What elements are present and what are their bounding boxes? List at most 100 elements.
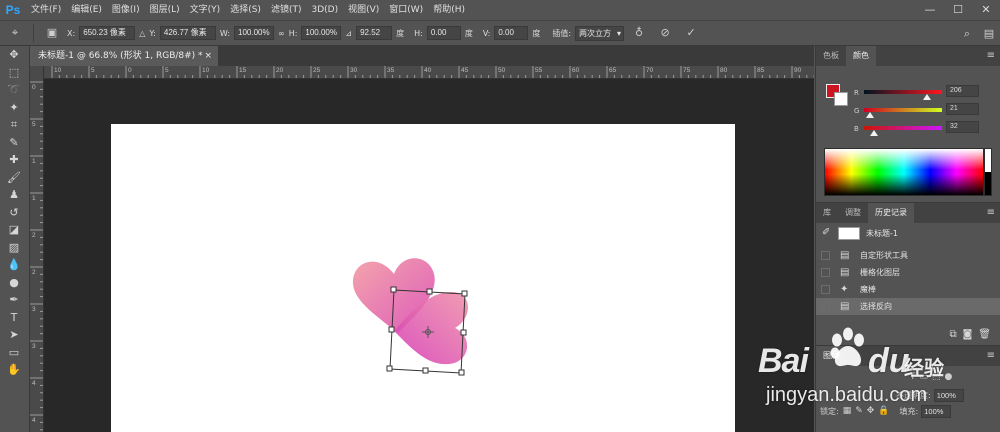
eraser-tool-icon[interactable]: ◪: [0, 221, 28, 239]
filter-shape-icon[interactable]: ▭: [920, 372, 929, 382]
angle-field[interactable]: 92.52: [356, 26, 393, 40]
tab-libraries[interactable]: 库: [816, 203, 838, 223]
history-item[interactable]: ✦ 魔棒: [816, 281, 1000, 298]
v-skew-field[interactable]: 0.00: [494, 26, 529, 40]
link-icon[interactable]: ∞: [278, 29, 285, 38]
crop-tool-icon[interactable]: ⌗: [0, 116, 28, 134]
slider-r-thumb[interactable]: [923, 94, 932, 100]
height-field[interactable]: 100.00%: [301, 26, 342, 40]
minimize-button[interactable]: —: [916, 0, 944, 20]
brush-tool-icon[interactable]: 🖌: [0, 169, 28, 187]
type-tool-icon[interactable]: T: [0, 309, 28, 327]
camera-snapshot-icon[interactable]: ◙: [963, 329, 973, 340]
history-brush-tool-icon[interactable]: ↺: [0, 204, 28, 222]
panel-menu-icon[interactable]: ≡: [987, 346, 995, 366]
background-color-swatch[interactable]: [834, 92, 848, 106]
menu-layer[interactable]: 图层(L): [145, 0, 185, 20]
cancel-transform-icon[interactable]: ⊘: [654, 24, 676, 42]
lock-all-icon[interactable]: 🔒: [878, 406, 889, 416]
slider-b[interactable]: B 32: [854, 121, 994, 138]
shape-tool-icon[interactable]: ▭: [0, 344, 28, 362]
workspace-icon[interactable]: ▤: [978, 25, 1000, 43]
tab-layers[interactable]: 图层: [816, 346, 846, 366]
close-window-button[interactable]: ✕: [972, 0, 1000, 20]
document-canvas[interactable]: [111, 124, 735, 432]
opacity-field[interactable]: 100%: [933, 388, 964, 402]
lock-move-icon[interactable]: ✥: [867, 406, 875, 416]
photoshop-logo[interactable]: Ps: [0, 0, 26, 20]
maximize-button[interactable]: ☐: [944, 0, 972, 20]
slider-g-track[interactable]: [864, 108, 942, 112]
pen-tool-icon[interactable]: ✒: [0, 291, 28, 309]
commit-transform-icon[interactable]: ✓: [680, 24, 702, 42]
history-brush-slot[interactable]: [821, 251, 830, 260]
slider-r-value[interactable]: 206: [946, 85, 979, 97]
dodge-tool-icon[interactable]: ●: [0, 274, 28, 292]
magic-wand-tool-icon[interactable]: ✦: [0, 99, 28, 117]
tab-history[interactable]: 历史记录: [868, 203, 914, 223]
blur-tool-icon[interactable]: 💧: [0, 256, 28, 274]
horizontal-ruler[interactable]: 10 5 0 5 10 15 20 25 30 35 40 45 50 55 60 65 70 75 80 85 90: [44, 66, 814, 79]
canvas-workspace[interactable]: [44, 79, 814, 432]
color-spectrum[interactable]: [824, 148, 984, 196]
menu-3d[interactable]: 3D(D): [306, 0, 343, 20]
canvas-artwork[interactable]: [111, 124, 735, 432]
tab-adjustments[interactable]: 调整: [838, 203, 868, 223]
lock-brush-icon[interactable]: ✎: [855, 406, 863, 416]
document-tab[interactable]: 未标题-1 @ 66.8% (形状 1, RGB/8#) * ×: [30, 46, 218, 66]
menu-edit[interactable]: 编辑(E): [66, 0, 107, 20]
black-white-ramp[interactable]: [984, 148, 992, 196]
menu-help[interactable]: 帮助(H): [428, 0, 470, 20]
lock-pixels-icon[interactable]: ▦: [843, 406, 852, 416]
trash-icon[interactable]: 🗑: [978, 329, 991, 340]
slider-g-thumb[interactable]: [866, 112, 875, 118]
width-field[interactable]: 100.00%: [234, 26, 275, 40]
slider-b-value[interactable]: 32: [946, 121, 979, 133]
menu-image[interactable]: 图像(I): [107, 0, 145, 20]
history-snapshot[interactable]: ✐ 未标题-1: [816, 225, 1000, 242]
vertical-ruler[interactable]: 0 5 1 1 2 2 3 3 4 4: [30, 66, 44, 432]
path-selection-tool-icon[interactable]: ➤: [0, 326, 28, 344]
y-position-field[interactable]: 426.77 像素: [159, 26, 216, 40]
lasso-tool-icon[interactable]: ➰: [0, 81, 28, 99]
filter-text-icon[interactable]: T: [910, 372, 916, 382]
tool-preset-icon[interactable]: ⌖: [4, 24, 26, 42]
hand-tool-icon[interactable]: ✋: [0, 361, 28, 379]
slider-r[interactable]: R 206: [854, 85, 994, 102]
gradient-tool-icon[interactable]: ▨: [0, 239, 28, 257]
history-item[interactable]: ▤ 自定形状工具: [816, 247, 1000, 264]
delta-icon[interactable]: △: [139, 29, 145, 38]
menu-view[interactable]: 视图(V): [343, 0, 384, 20]
history-brush-slot[interactable]: [821, 268, 830, 277]
menu-filter[interactable]: 滤镜(T): [266, 0, 307, 20]
history-brush-source-icon[interactable]: ✐: [822, 227, 830, 238]
filter-smart-icon[interactable]: ⬚: [932, 372, 941, 382]
x-position-field[interactable]: 650.23 像素: [79, 26, 136, 40]
warp-mode-icon[interactable]: ♁: [628, 24, 650, 42]
menu-window[interactable]: 窗口(W): [384, 0, 428, 20]
panel-menu-icon[interactable]: ≡: [987, 203, 995, 223]
menu-type[interactable]: 文字(Y): [185, 0, 226, 20]
interpolation-select[interactable]: 两次立方: [575, 25, 625, 41]
menu-select[interactable]: 选择(S): [225, 0, 266, 20]
filter-toggle-icon[interactable]: ●: [945, 372, 953, 382]
move-tool-icon[interactable]: ✥: [0, 46, 28, 64]
panel-menu-icon[interactable]: ≡: [987, 46, 995, 66]
eyedropper-tool-icon[interactable]: ✎: [0, 134, 28, 152]
marquee-tool-icon[interactable]: ⬚: [0, 64, 28, 82]
close-document-icon[interactable]: ×: [204, 46, 212, 66]
clone-stamp-tool-icon[interactable]: ♟: [0, 186, 28, 204]
new-document-from-state-icon[interactable]: ⧉: [949, 329, 956, 340]
slider-g-value[interactable]: 21: [946, 103, 979, 115]
menu-file[interactable]: 文件(F): [26, 0, 66, 20]
history-item-selected[interactable]: ▤ 选择反向: [816, 298, 1000, 315]
reference-point-icon[interactable]: ▣: [41, 24, 63, 42]
slider-g[interactable]: G 21: [854, 103, 994, 120]
history-item[interactable]: ▤ 栅格化图层: [816, 264, 1000, 281]
history-brush-slot[interactable]: [821, 285, 830, 294]
tab-swatches[interactable]: 色板: [816, 46, 846, 66]
tab-color[interactable]: 颜色: [846, 46, 876, 66]
healing-brush-tool-icon[interactable]: ✚: [0, 151, 28, 169]
slider-b-thumb[interactable]: [870, 130, 879, 136]
h-skew-field[interactable]: 0.00: [426, 26, 461, 40]
